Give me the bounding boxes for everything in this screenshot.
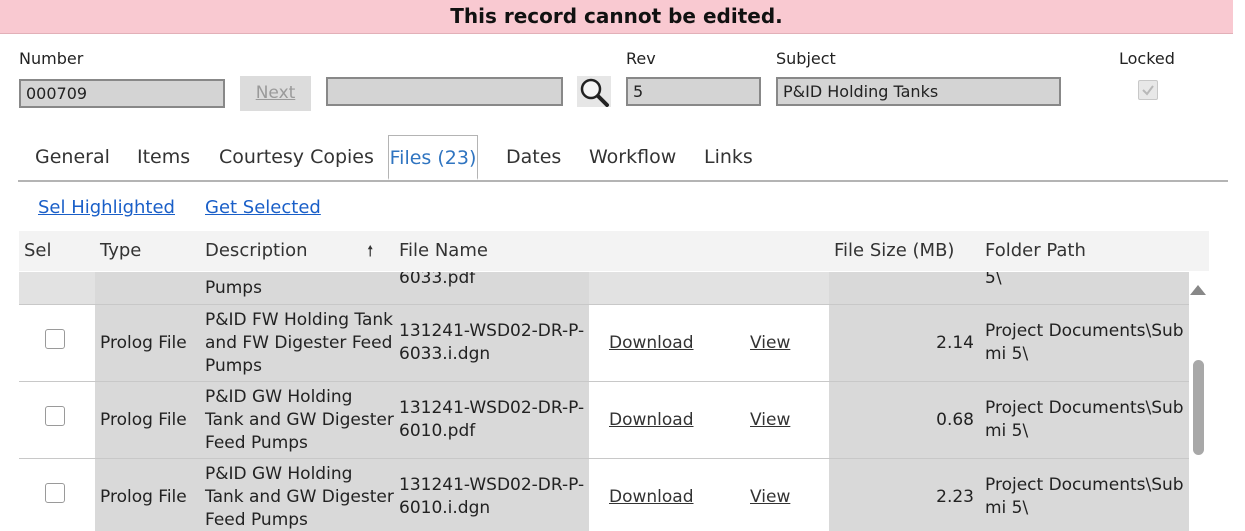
files-grid: Pumps 6033.pdf 5\ Prolog File P&ID FW Ho…: [19, 272, 1189, 531]
tab-items[interactable]: Items: [137, 135, 190, 180]
header-file-name[interactable]: File Name: [399, 231, 488, 271]
magnifier-icon: [580, 78, 609, 107]
view-link[interactable]: View: [750, 487, 790, 507]
table-row[interactable]: Pumps 6033.pdf 5\: [19, 272, 1189, 305]
header-folder-path[interactable]: Folder Path: [985, 231, 1086, 271]
view-link[interactable]: View: [750, 410, 790, 430]
search-field[interactable]: [326, 77, 563, 106]
table-row[interactable]: Prolog File P&ID GW Holding Tank and GW …: [19, 382, 1189, 459]
row-folder-path: Project Documents\Submi 5\: [980, 305, 1189, 381]
header-description[interactable]: Description: [205, 231, 308, 271]
locked-label: Locked: [1119, 49, 1175, 68]
row-type: Prolog File: [95, 459, 200, 531]
row-description: P&ID GW Holding Tank and GW Digester Fee…: [200, 382, 394, 458]
partial-file-name: 6033.pdf: [399, 272, 476, 288]
table-row[interactable]: Prolog File P&ID FW Holding Tank and FW …: [19, 305, 1189, 382]
checkmark-icon: [1142, 85, 1154, 96]
locked-checkbox[interactable]: [1138, 80, 1158, 100]
row-select-checkbox[interactable]: [45, 329, 65, 349]
header-file-size[interactable]: File Size (MB): [834, 231, 954, 271]
rev-label: Rev: [626, 49, 656, 68]
row-file-name: 131241-WSD02-DR-P-6033.i.dgn: [394, 305, 589, 381]
row-file-name: 131241-WSD02-DR-P-6010.pdf: [394, 382, 589, 458]
get-selected-link[interactable]: Get Selected: [205, 197, 321, 218]
row-description: P&ID FW Holding Tank and FW Digester Fee…: [200, 305, 394, 381]
row-type: Prolog File: [95, 382, 200, 458]
row-file-size: 2.14: [829, 305, 980, 381]
row-type: Prolog File: [95, 305, 200, 381]
number-label: Number: [19, 49, 84, 68]
search-button[interactable]: [577, 76, 611, 107]
table-header: Sel Type Description 🠕 File Name File Si…: [19, 231, 1209, 271]
download-link[interactable]: Download: [609, 410, 694, 430]
row-folder-path: Project Documents\Submi 5\: [980, 382, 1189, 458]
sort-ascending-icon: 🠕: [367, 242, 374, 260]
subject-label: Subject: [776, 49, 836, 68]
table-row[interactable]: Prolog File P&ID GW Holding Tank and GW …: [19, 459, 1189, 531]
subject-field[interactable]: P&ID Holding Tanks: [776, 77, 1061, 106]
tab-bar: General Items Courtesy Copies Files (23)…: [18, 135, 1228, 182]
download-link[interactable]: Download: [609, 333, 694, 353]
row-file-name: 131241-WSD02-DR-P-6010.i.dgn: [394, 459, 589, 531]
vertical-scrollbar-thumb[interactable]: [1193, 360, 1204, 455]
row-folder-path: Project Documents\Submi 5\: [980, 459, 1189, 531]
next-button[interactable]: Next: [240, 76, 311, 111]
tab-courtesy-copies[interactable]: Courtesy Copies: [219, 135, 374, 180]
number-field[interactable]: 000709: [19, 79, 225, 108]
row-select-checkbox[interactable]: [45, 483, 65, 503]
download-link[interactable]: Download: [609, 487, 694, 507]
partial-description: Pumps: [205, 278, 262, 298]
row-description: P&ID GW Holding Tank and GW Digester Fee…: [200, 459, 394, 531]
scroll-up-arrow-icon[interactable]: [1190, 285, 1206, 295]
row-select-checkbox[interactable]: [45, 406, 65, 426]
rev-field[interactable]: 5: [626, 77, 761, 106]
row-file-size: 2.23: [829, 459, 980, 531]
tab-dates[interactable]: Dates: [506, 135, 561, 180]
header-sel[interactable]: Sel: [24, 231, 52, 271]
tab-links[interactable]: Links: [704, 135, 753, 180]
view-link[interactable]: View: [750, 333, 790, 353]
partial-folder-path: 5\: [985, 272, 1002, 288]
tab-files[interactable]: Files (23): [388, 135, 478, 180]
tab-workflow[interactable]: Workflow: [589, 135, 676, 180]
tab-general[interactable]: General: [35, 135, 110, 180]
sel-highlighted-link[interactable]: Sel Highlighted: [38, 197, 175, 218]
row-file-size: 0.68: [829, 382, 980, 458]
header-type[interactable]: Type: [100, 231, 141, 271]
read-only-banner: This record cannot be edited.: [0, 0, 1233, 34]
